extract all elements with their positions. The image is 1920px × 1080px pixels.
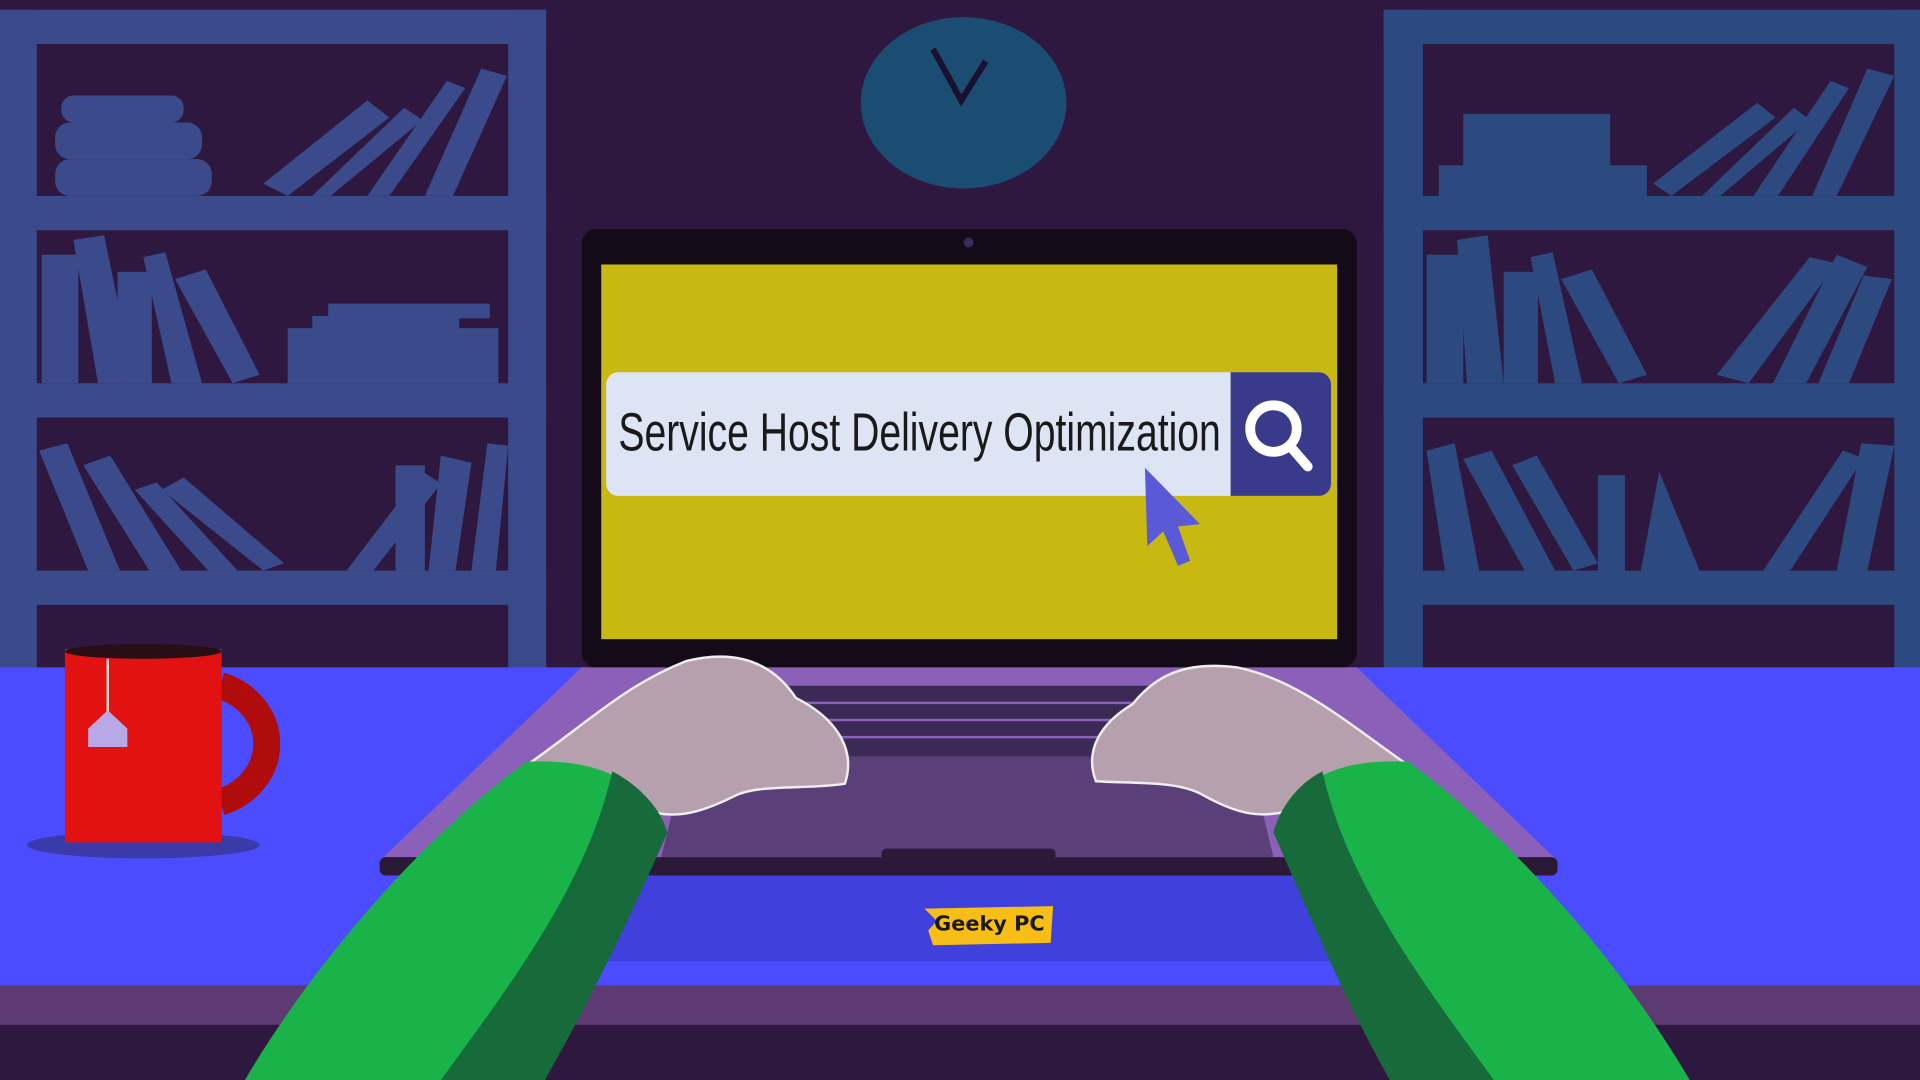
search-query: Service Host Delivery Optimization: [618, 403, 1220, 463]
logo-text: Geeky PC: [934, 912, 1044, 936]
search-button[interactable]: [1230, 372, 1332, 496]
illustration: Service Host Delivery Optimization Geeky…: [0, 0, 1920, 1080]
wall-clock: [860, 17, 1067, 189]
geeky-pc-logo: Geeky PC: [924, 906, 1054, 946]
